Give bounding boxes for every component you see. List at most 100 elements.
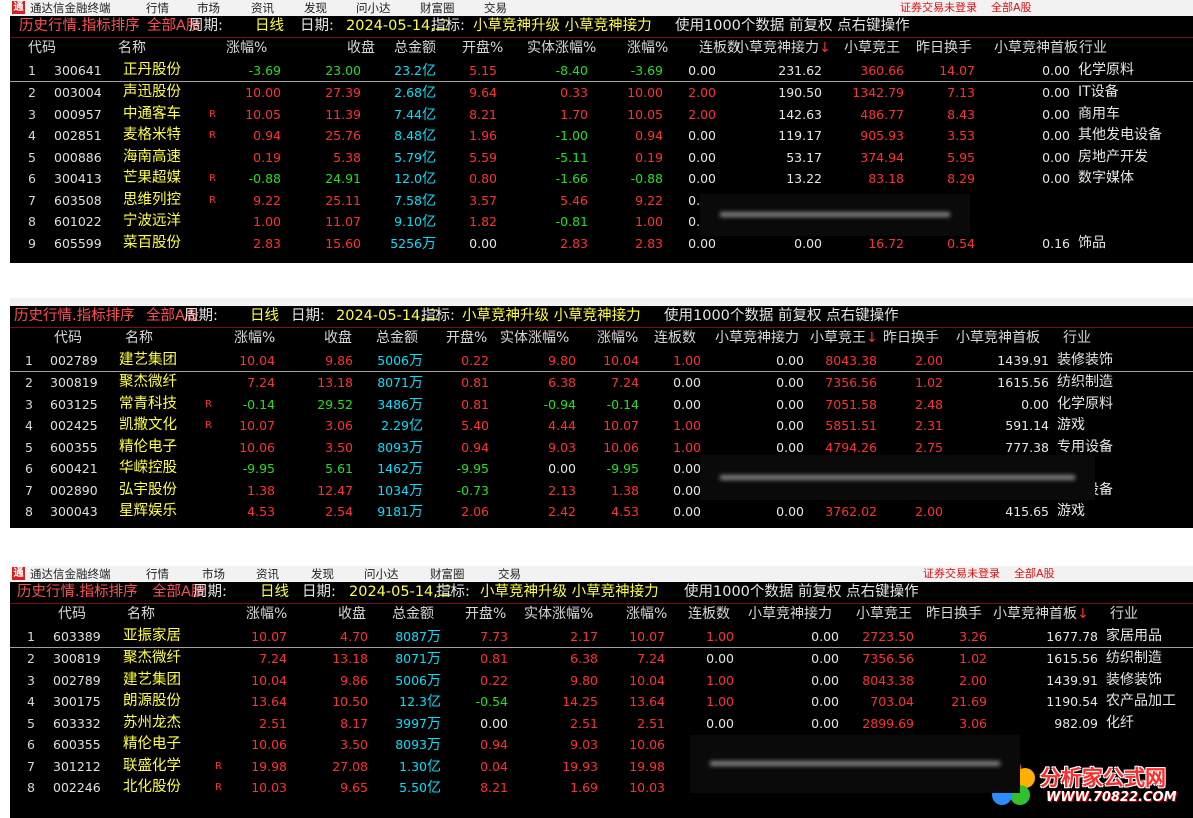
column-header[interactable]: 收盘 <box>338 604 366 626</box>
table-row[interactable]: 2 300819 聚杰微纤 7.24 13.18 8071万 0.81 6.38 7.24 0.0… <box>10 372 1193 394</box>
menu-item-trade[interactable]: 交易 <box>498 566 521 582</box>
row-index: 2 <box>25 375 33 390</box>
column-header[interactable]: 涨幅% <box>597 328 638 350</box>
column-header[interactable]: 昨日换手 <box>916 38 972 60</box>
menu-item-market[interactable]: 市场 <box>197 0 220 16</box>
column-header[interactable]: 总金额 <box>392 604 434 626</box>
title-indicator-label: 指标: <box>436 584 470 600</box>
column-header[interactable]: 小草竞神接力 <box>735 38 819 60</box>
column-header[interactable]: 小草竞王 <box>810 328 866 350</box>
table-row[interactable]: 8 300043 星辉娱乐 4.53 2.54 9181万 2.06 2.42 4.53 0.00… <box>10 501 1193 523</box>
column-header[interactable]: 名称 <box>127 604 155 626</box>
column-header[interactable]: 小草竞神接力 <box>715 328 799 350</box>
industry: 装修装饰 <box>1106 671 1162 688</box>
menu-item-quotes[interactable]: 行情 <box>146 566 169 582</box>
scope-status[interactable]: 全部A股 <box>991 0 1032 16</box>
menu-item-discover[interactable]: 发现 <box>304 0 327 16</box>
column-header[interactable]: 名称 <box>125 328 153 350</box>
column-header[interactable]: 连板数 <box>654 328 696 350</box>
table-row[interactable]: 3 603125 常青科技 R -0.14 29.52 3486万 0.81 -0.94 -0.1… <box>10 394 1193 416</box>
column-header[interactable]: 行业 <box>1079 38 1107 60</box>
column-header[interactable]: 小草竞王 <box>856 604 912 626</box>
table-row[interactable]: 1 002789 建艺集团 10.04 9.86 5006万 0.22 9.80 10.04 1.… <box>10 350 1193 372</box>
column-header[interactable]: 开盘% <box>446 328 487 350</box>
menu-item-quotes[interactable]: 行情 <box>146 0 169 16</box>
king-value: 905.93 <box>860 128 904 143</box>
industry: 化纤 <box>1106 714 1134 731</box>
column-header[interactable]: 实体涨幅% <box>500 328 569 350</box>
column-header[interactable]: 总金额 <box>394 38 436 60</box>
column-header[interactable]: 昨日换手 <box>926 604 982 626</box>
column-header[interactable]: 收盘 <box>324 328 352 350</box>
prev-turnover: 3.06 <box>959 715 987 731</box>
amount-value: 23.2 <box>394 62 422 78</box>
menu-item-wealth[interactable]: 财富圈 <box>430 566 465 582</box>
amount-unit: 亿 <box>422 106 436 123</box>
table-row[interactable]: 2 003004 声迅股份 10.00 27.39 2.68亿 9.64 0.33 10.00 2… <box>10 82 1193 104</box>
body-change-pct: 2.51 <box>570 715 598 731</box>
industry: 其他发电设备 <box>1078 127 1162 143</box>
column-header[interactable]: 开盘% <box>465 604 506 626</box>
column-header[interactable]: 总金额 <box>376 328 418 350</box>
column-header[interactable]: 小草竞王 <box>844 38 900 60</box>
menu-item-discover[interactable]: 发现 <box>311 566 334 582</box>
login-status[interactable]: 证券交易未登录 <box>900 0 977 16</box>
amount-value: 5256 <box>390 235 422 251</box>
menu-item-ask[interactable]: 问小达 <box>356 0 391 16</box>
table-row[interactable]: 3 002789 建艺集团 10.04 9.86 5006万 0.22 9.80 10.04 1.… <box>10 670 1193 692</box>
login-status[interactable]: 证券交易未登录 <box>923 566 1000 582</box>
column-header[interactable]: 小草竞神首板 <box>993 604 1077 626</box>
change-pct-2: 10.07 <box>603 418 639 433</box>
column-header[interactable]: 涨幅% <box>246 604 287 626</box>
menu-item-news[interactable]: 资讯 <box>256 566 279 582</box>
menu-item-news[interactable]: 资讯 <box>251 0 274 16</box>
amount-unit: 万 <box>409 461 423 477</box>
menu-item-market[interactable]: 市场 <box>202 566 225 582</box>
stock-name: 思维列控 <box>123 191 181 208</box>
table-row[interactable]: 4 002851 麦格米特 R 0.94 25.76 8.48亿 1.96 -1.00 0.94 0… <box>10 125 1193 147</box>
stock-code: 002789 <box>50 352 98 368</box>
menu-item-trade[interactable]: 交易 <box>484 0 507 16</box>
table-row[interactable]: 3 000957 中通客车 R 10.05 11.39 7.44亿 8.21 1.70 10.05… <box>10 104 1193 126</box>
table-row[interactable]: 4 300175 朗源股份 13.64 10.50 12.3亿 -0.54 14.25 13.6… <box>10 691 1193 713</box>
menu-item-ask[interactable]: 问小达 <box>364 566 399 582</box>
table-row[interactable]: 5 000886 海南高速 0.19 5.38 5.79亿 5.59 -5.11 0.19 0.0… <box>10 147 1193 169</box>
row-index: 7 <box>25 482 33 498</box>
title-indicator-value: 小草竞神升级 小草竞神接力 <box>473 18 652 34</box>
limit-up-count: 0.00 <box>673 396 701 412</box>
column-header[interactable]: 代码 <box>58 604 86 626</box>
column-header[interactable]: 小草竞神接力 <box>748 604 832 626</box>
column-header[interactable]: 收盘 <box>347 38 375 60</box>
column-header[interactable]: 涨幅% <box>627 38 668 60</box>
menu-item-wealth[interactable]: 财富圈 <box>420 0 455 16</box>
table-row[interactable]: 5 603332 苏州龙杰 2.51 8.17 3997万 0.00 2.51 2.51 0.00… <box>10 713 1193 735</box>
column-header[interactable]: 小草竞神首板 <box>956 328 1040 350</box>
column-header[interactable]: 涨幅% <box>626 604 667 626</box>
column-header[interactable]: 名称 <box>118 38 146 60</box>
table-row[interactable]: 8601022宁波远洋1.0011.079.10亿1.82-0.811.000.… <box>10 211 1193 233</box>
column-header[interactable]: 代码 <box>54 328 82 350</box>
stock-code: 301212 <box>53 758 101 774</box>
table-row[interactable]: 4 002425 凯撒文化 R 10.07 3.06 2.29亿 5.40 4.44 10.07 1… <box>10 415 1193 437</box>
column-header[interactable]: 涨幅% <box>234 328 275 350</box>
column-header[interactable]: 实体涨幅% <box>527 38 596 60</box>
change-pct-2: 10.04 <box>603 352 639 368</box>
column-header[interactable]: 代码 <box>28 38 56 60</box>
table-row[interactable]: 2 300819 聚杰微纤 7.24 13.18 8071万 0.81 6.38 7.24 0.0… <box>10 648 1193 670</box>
change-pct: -3.69 <box>248 62 281 78</box>
table-row[interactable]: 1 603389 亚振家居 10.07 4.70 8087万 7.73 2.17 10.07 1.… <box>10 626 1193 648</box>
change-pct-2: 10.04 <box>629 672 665 688</box>
column-header[interactable]: 涨幅% <box>226 38 267 60</box>
column-header[interactable]: 行业 <box>1110 604 1138 626</box>
column-header[interactable]: 连板数 <box>688 604 730 626</box>
table-row[interactable]: 7603508思维列控R9.2225.117.58亿3.575.469.220.… <box>10 190 1193 212</box>
column-header[interactable]: 小草竞神首板 <box>994 38 1078 60</box>
column-header[interactable]: 昨日换手 <box>883 328 939 350</box>
table-row[interactable]: 6 300413 芒果超媒 R -0.88 24.91 12.0亿 0.80 -1.66 -0.8… <box>10 168 1193 190</box>
table-row[interactable]: 9 605599 菜百股份 2.83 15.60 5256万 0.00 2.83 2.83 0.0… <box>10 233 1193 255</box>
table-row[interactable]: 1 300641 正丹股份 -3.69 23.00 23.2亿 5.15 -8.40 -3.69… <box>10 60 1193 82</box>
column-header[interactable]: 实体涨幅% <box>524 604 593 626</box>
scope-status[interactable]: 全部A股 <box>1014 566 1055 582</box>
column-header[interactable]: 行业 <box>1063 328 1091 350</box>
column-header[interactable]: 开盘% <box>462 38 503 60</box>
